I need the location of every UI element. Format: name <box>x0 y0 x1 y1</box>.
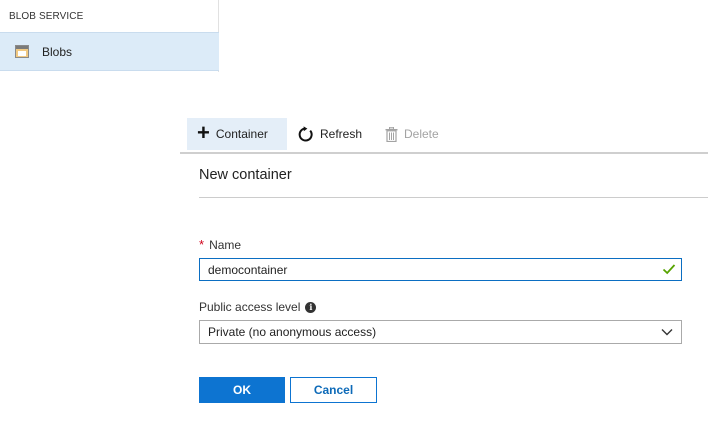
refresh-label: Refresh <box>320 127 363 141</box>
refresh-icon <box>297 125 314 143</box>
delete-label: Delete <box>404 127 439 141</box>
checkmark-icon <box>662 264 676 275</box>
access-level-label-text: Public access level <box>199 300 301 314</box>
name-label-text: Name <box>209 237 242 252</box>
trash-icon <box>385 126 398 142</box>
panel-title: New container <box>199 167 292 183</box>
info-icon[interactable]: i <box>305 301 317 313</box>
ok-button[interactable]: OK <box>199 377 285 403</box>
add-container-label: Container <box>215 127 268 141</box>
refresh-button[interactable]: Refresh <box>297 118 377 150</box>
command-bar: + Container Refresh Delete <box>180 116 708 154</box>
plus-icon: + <box>197 120 210 145</box>
section-label-blob-service: BLOB SERVICE <box>9 11 84 22</box>
delete-button[interactable]: Delete <box>385 118 455 150</box>
chevron-down-icon <box>661 329 673 336</box>
name-field[interactable] <box>199 258 682 281</box>
access-level-dropdown[interactable]: Private (no anonymous access) <box>199 320 682 344</box>
required-indicator: * <box>199 237 205 252</box>
name-input[interactable] <box>200 259 655 280</box>
name-field-label: * Name <box>199 237 241 252</box>
cancel-button[interactable]: Cancel <box>290 377 377 403</box>
panel-divider <box>199 197 708 198</box>
add-container-button[interactable]: + Container <box>187 118 287 150</box>
sidebar-item-label: Blobs <box>42 45 73 59</box>
access-level-label: Public access level i <box>199 300 317 314</box>
access-level-selected-value: Private (no anonymous access) <box>208 325 377 339</box>
sidebar: BLOB SERVICE Blobs <box>0 0 219 72</box>
blob-container-icon <box>15 45 29 58</box>
sidebar-item-blobs[interactable]: Blobs <box>0 32 219 71</box>
